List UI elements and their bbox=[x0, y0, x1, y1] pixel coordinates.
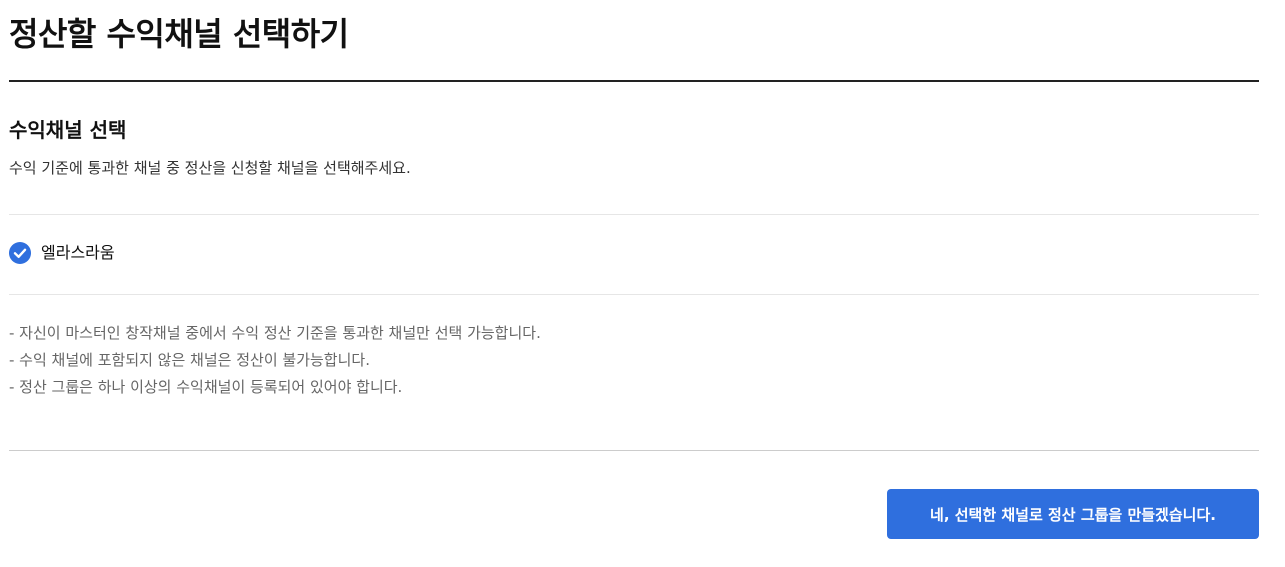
notes-list: - 자신이 마스터인 창작채널 중에서 수익 정산 기준을 통과한 채널만 선택… bbox=[9, 320, 541, 401]
channel-checkbox-row[interactable]: 엘라스라움 bbox=[9, 241, 115, 265]
page-title: 정산할 수익채널 선택하기 bbox=[9, 15, 349, 53]
title-divider bbox=[9, 80, 1259, 82]
channel-label: 엘라스라움 bbox=[41, 243, 115, 262]
divider bbox=[9, 294, 1259, 295]
divider bbox=[9, 450, 1259, 451]
check-circle-icon[interactable] bbox=[9, 242, 31, 264]
note-item: - 자신이 마스터인 창작채널 중에서 수익 정산 기준을 통과한 채널만 선택… bbox=[9, 324, 541, 342]
settlement-channel-page: 정산할 수익채널 선택하기 수익채널 선택 수익 기준에 통과한 채널 중 정산… bbox=[0, 0, 1285, 567]
note-item: - 수익 채널에 포함되지 않은 채널은 정산이 불가능합니다. bbox=[9, 351, 370, 369]
create-settlement-group-button[interactable]: 네, 선택한 채널로 정산 그룹을 만들겠습니다. bbox=[887, 489, 1259, 539]
section-description: 수익 기준에 통과한 채널 중 정산을 신청할 채널을 선택해주세요. bbox=[9, 159, 411, 177]
section-heading: 수익채널 선택 bbox=[9, 118, 127, 142]
divider bbox=[9, 214, 1259, 215]
note-item: - 정산 그룹은 하나 이상의 수익채널이 등록되어 있어야 합니다. bbox=[9, 378, 403, 396]
